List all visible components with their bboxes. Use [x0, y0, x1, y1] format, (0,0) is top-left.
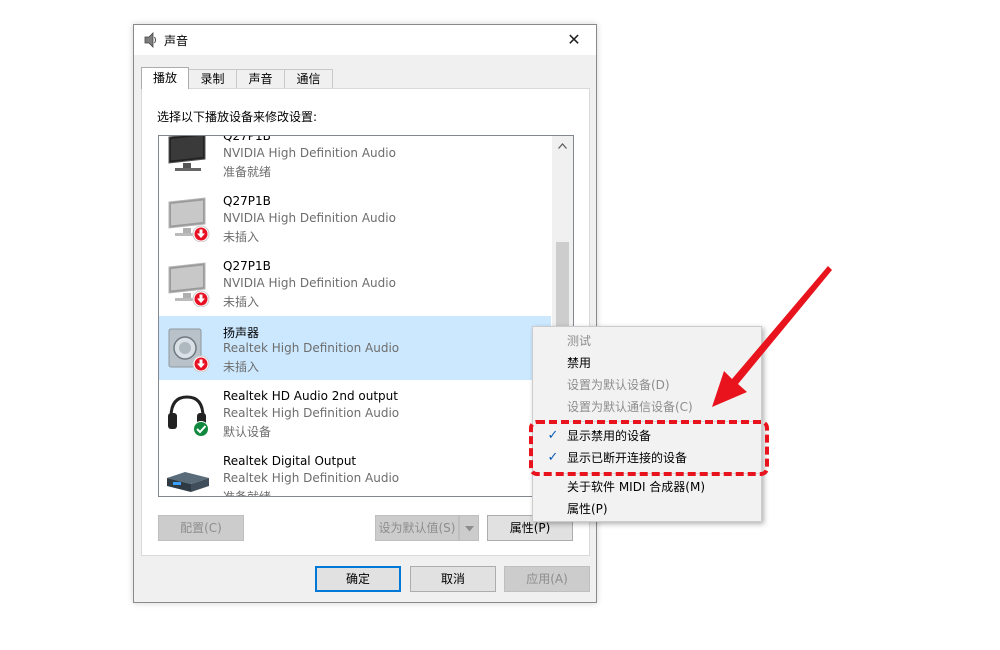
red-arrow-icon	[712, 266, 832, 407]
tab-playback[interactable]: 播放	[141, 67, 189, 89]
